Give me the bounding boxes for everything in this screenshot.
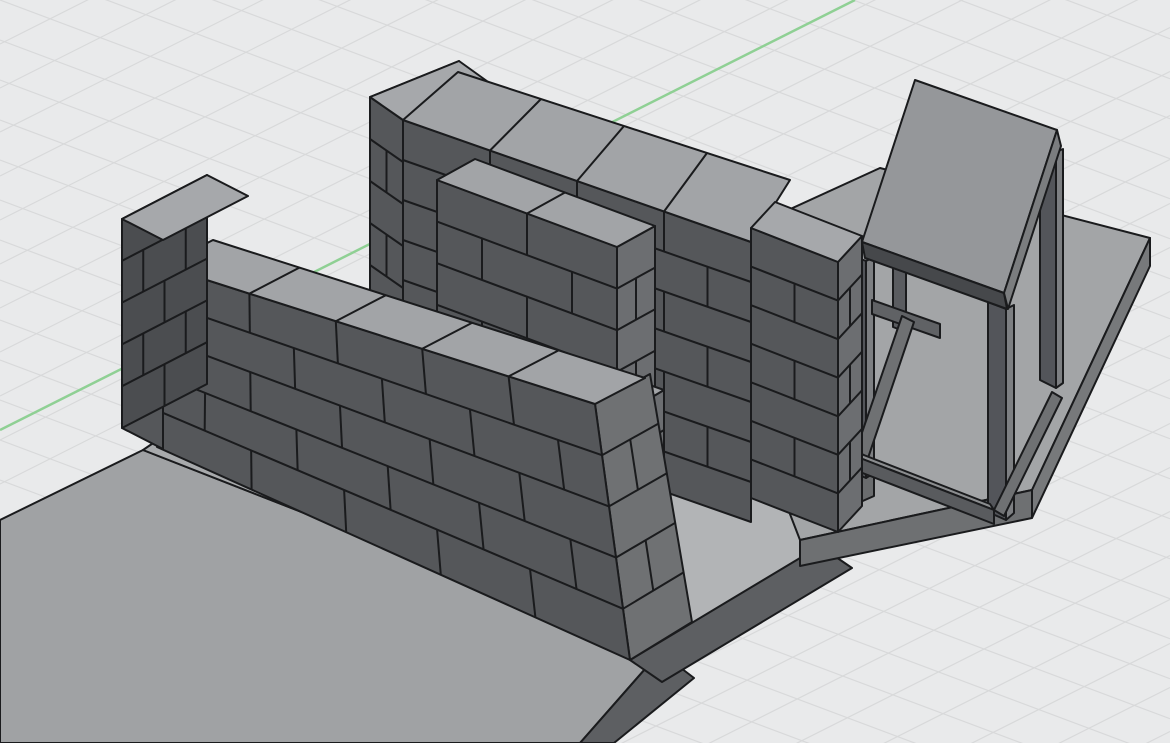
table-leg-near-right-front xyxy=(988,302,1006,520)
left-wall-face-joint-line xyxy=(294,348,295,389)
viewport-3d-canvas[interactable] xyxy=(0,0,1170,743)
modeling-viewport[interactable] xyxy=(0,0,1170,743)
table-leg-far-right-side xyxy=(1056,149,1063,388)
left-wall-face-joint-line xyxy=(296,430,297,471)
